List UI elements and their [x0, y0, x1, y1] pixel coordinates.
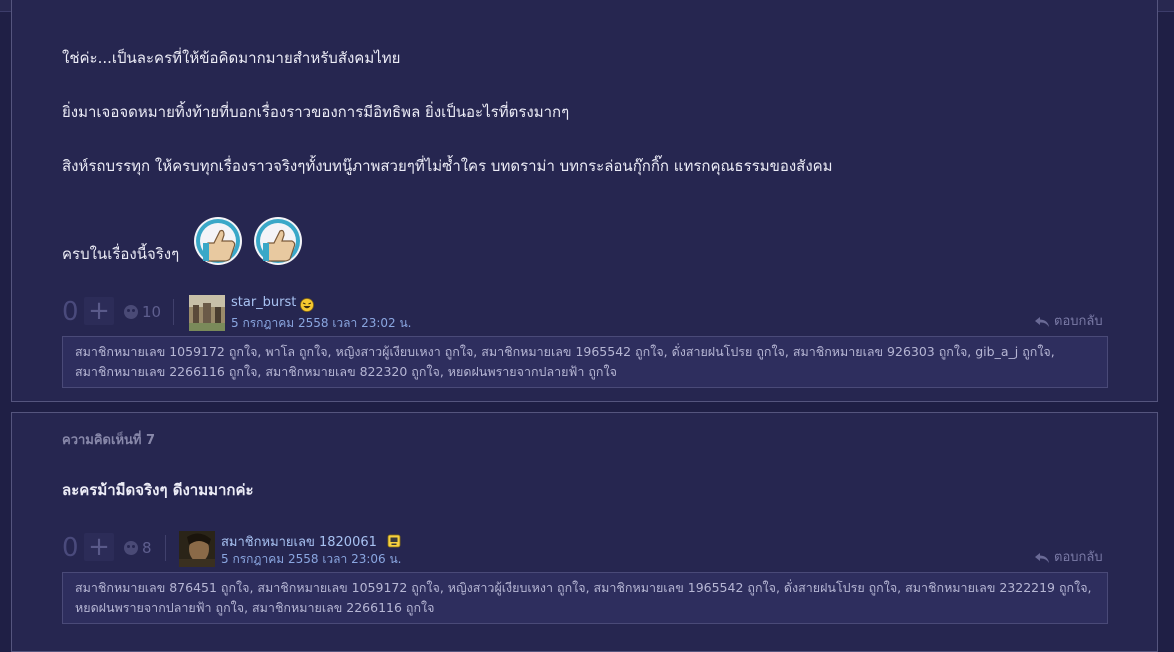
laughing-emoji-icon	[300, 297, 314, 312]
comment-text: ละครม้ามืดจริงๆ ดีงามมากค่ะ	[62, 481, 254, 499]
author-name[interactable]: star_burst	[231, 295, 296, 310]
comment-text-line: สิงห์รถบรรทุก ให้ครบทุกเรื่องราวจริงๆทั้…	[62, 157, 833, 175]
author-name[interactable]: สมาชิกหมายเลข 1820061	[221, 531, 377, 552]
vote-count: 0	[62, 533, 79, 563]
reply-button[interactable]: ตอบกลับ	[1054, 546, 1103, 567]
likes-list: สมาชิกหมายเลข 876451 ถูกใจ, สมาชิกหมายเล…	[62, 572, 1108, 624]
plus-vote-button[interactable]: +	[84, 297, 114, 325]
thumbs-up-icon	[254, 217, 302, 265]
comment-card: ความคิดเห็นที่ 7 ละครม้ามืดจริงๆ ดีงามมา…	[11, 412, 1158, 652]
avatar[interactable]	[179, 531, 215, 567]
emotion-count: 8	[142, 539, 152, 557]
emotion-icon[interactable]	[124, 541, 138, 555]
post-date: 5 กรกฎาคม 2558 เวลา 23:02 น.	[231, 316, 412, 330]
emotion-icon[interactable]	[124, 305, 138, 319]
comment-card: ใช่ค่ะ...เป็นละครที่ให้ข้อคิดมากมายสำหรั…	[11, 0, 1158, 402]
comment-number-label: ความคิดเห็นที่ 7	[62, 433, 156, 448]
likes-list: สมาชิกหมายเลข 1059172 ถูกใจ, พาโล ถูกใจ,…	[62, 336, 1108, 388]
comment-text-line: ใช่ค่ะ...เป็นละครที่ให้ข้อคิดมากมายสำหรั…	[62, 49, 401, 67]
avatar[interactable]	[189, 295, 225, 331]
emotion-count: 10	[142, 303, 162, 321]
pantip-member-icon	[387, 533, 401, 548]
vote-bar: 0 + 8	[62, 533, 182, 563]
thumbs-up-icon	[194, 217, 242, 265]
reply-button[interactable]: ตอบกลับ	[1054, 310, 1103, 331]
post-date: 5 กรกฎาคม 2558 เวลา 23:06 น.	[221, 552, 402, 566]
reply-icon[interactable]	[1034, 549, 1050, 563]
reply-icon[interactable]	[1034, 313, 1050, 327]
vote-count: 0	[62, 297, 79, 327]
comment-text-line: ครบในเรื่องนี้จริงๆ	[62, 245, 180, 263]
divider	[165, 535, 166, 561]
divider	[173, 299, 174, 325]
plus-vote-button[interactable]: +	[84, 533, 114, 561]
vote-bar: 0 + 10	[62, 297, 192, 327]
comment-text-line: ยิ่งมาเจอจดหมายทิ้งท้ายที่บอกเรื่องราวขอ…	[62, 103, 570, 121]
